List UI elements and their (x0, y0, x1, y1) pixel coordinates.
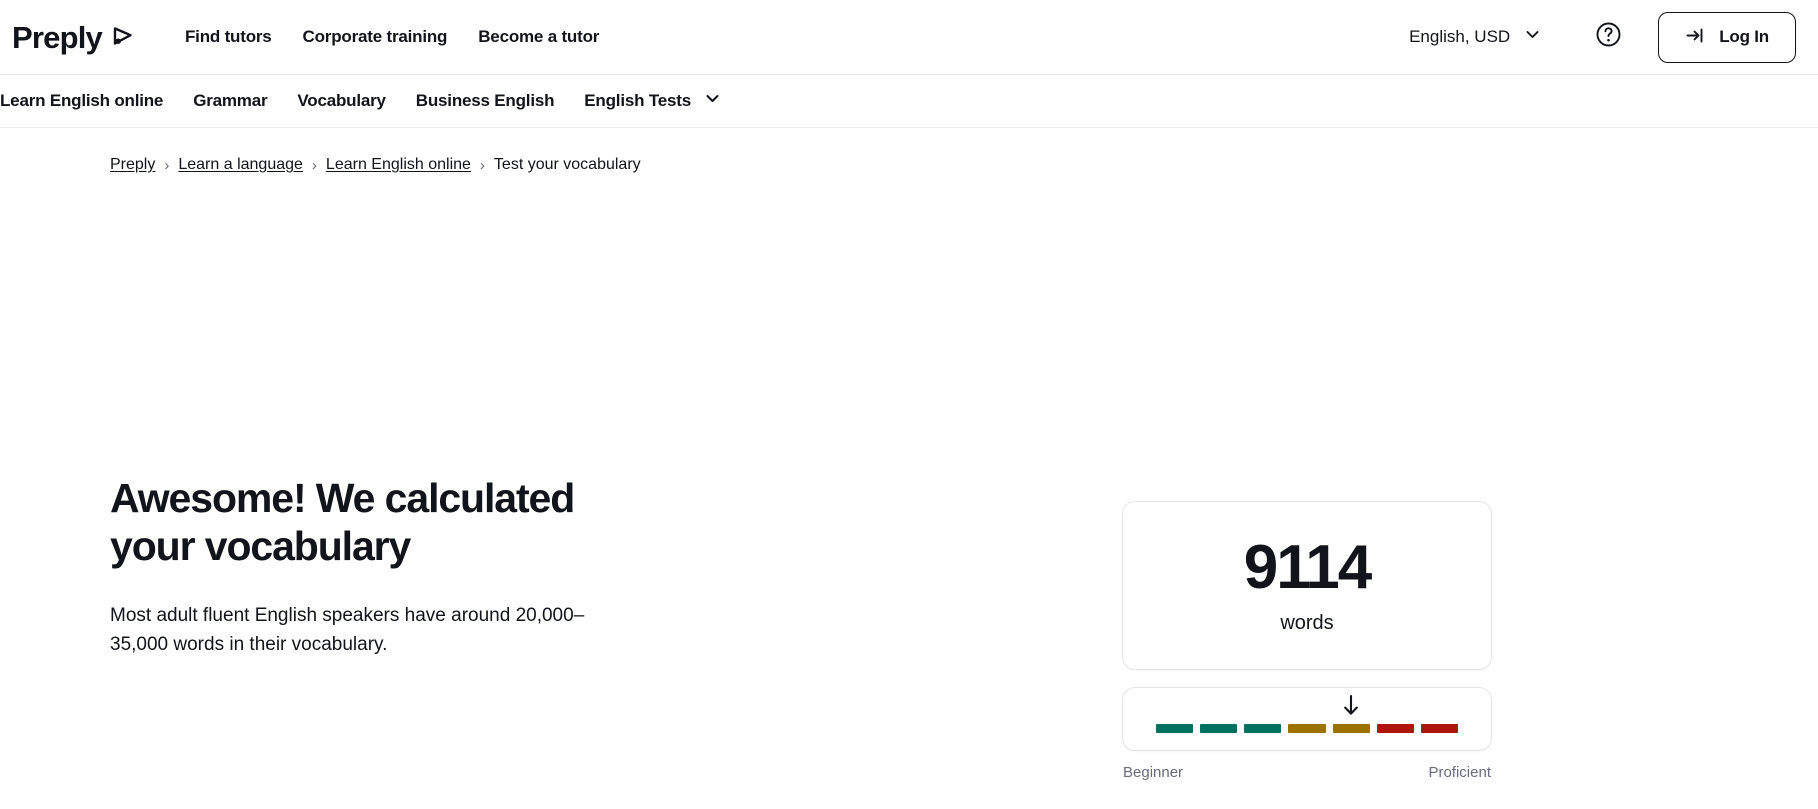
meter-segment (1288, 724, 1326, 733)
meter-segment (1332, 724, 1370, 733)
page-subtext: Most adult fluent English speakers have … (110, 604, 585, 656)
header-right-group: English, USD Log In (1405, 11, 1796, 63)
preply-speech-mark-icon (107, 22, 137, 52)
breadcrumb-item-learn-a-language[interactable]: Learn a language (178, 156, 303, 174)
breadcrumb: Preply › Learn a language › Learn Englis… (0, 128, 1818, 174)
login-button-label: Log In (1719, 27, 1769, 46)
secondary-nav: Learn English online Grammar Vocabulary … (0, 75, 1818, 128)
chevron-down-icon (704, 90, 721, 112)
subnav-vocabulary[interactable]: Vocabulary (297, 91, 386, 111)
nav-become-a-tutor[interactable]: Become a tutor (478, 27, 599, 47)
proficiency-meter-labels: Beginner Proficient (1122, 764, 1492, 781)
question-circle-icon (1595, 21, 1622, 53)
help-button[interactable] (1591, 20, 1625, 54)
meter-segment (1156, 724, 1194, 733)
breadcrumb-item-learn-english-online[interactable]: Learn English online (326, 156, 471, 174)
meter-segment (1420, 724, 1458, 733)
subnav-english-tests[interactable]: English Tests (584, 90, 721, 112)
proficiency-meter-card (1122, 687, 1492, 751)
breadcrumb-separator: › (479, 156, 485, 174)
preply-logo[interactable]: Preply (12, 22, 137, 53)
breadcrumb-item-preply[interactable]: Preply (110, 156, 155, 174)
score-value: 9114 (1243, 532, 1373, 602)
primary-nav: Find tutors Corporate training Become a … (185, 27, 599, 47)
subnav-english-tests-label[interactable]: English Tests (584, 91, 691, 111)
page-title: Awesome! We calculated your vocabulary (110, 475, 575, 570)
meter-segment (1376, 724, 1414, 733)
language-currency-selector[interactable]: English, USD (1405, 20, 1545, 54)
logo-text: Preply (12, 19, 103, 55)
breadcrumb-separator: › (311, 156, 317, 174)
score-card: 9114 words (1122, 501, 1492, 670)
down-arrow-icon (1342, 694, 1360, 718)
login-arrow-icon (1685, 25, 1706, 49)
meter-segment (1244, 724, 1282, 733)
nav-corporate-training[interactable]: Corporate training (303, 27, 448, 47)
login-button[interactable]: Log In (1658, 11, 1796, 63)
result-copy-column: Awesome! We calculated your vocabulary M… (110, 174, 750, 660)
meter-label-proficient: Proficient (1428, 764, 1491, 781)
top-header: Preply Find tutors Corporate training Be… (0, 0, 1818, 75)
meter-segment (1200, 724, 1238, 733)
nav-find-tutors[interactable]: Find tutors (185, 27, 272, 47)
result-panel: 9114 words Beginner Proficient (1122, 501, 1492, 809)
breadcrumb-separator: › (164, 156, 170, 174)
subnav-business-english[interactable]: Business English (416, 91, 555, 111)
breadcrumb-item-current: Test your vocabulary (493, 156, 641, 173)
score-unit-label: words (1280, 611, 1334, 634)
meter-label-beginner: Beginner (1123, 764, 1184, 781)
subnav-learn-english-online[interactable]: Learn English online (0, 91, 163, 111)
proficiency-meter-track (1156, 694, 1458, 733)
language-currency-value: English, USD (1409, 27, 1511, 46)
main-content: Awesome! We calculated your vocabulary M… (0, 174, 1818, 781)
chevron-down-icon (1524, 26, 1541, 48)
subnav-grammar[interactable]: Grammar (193, 91, 267, 111)
